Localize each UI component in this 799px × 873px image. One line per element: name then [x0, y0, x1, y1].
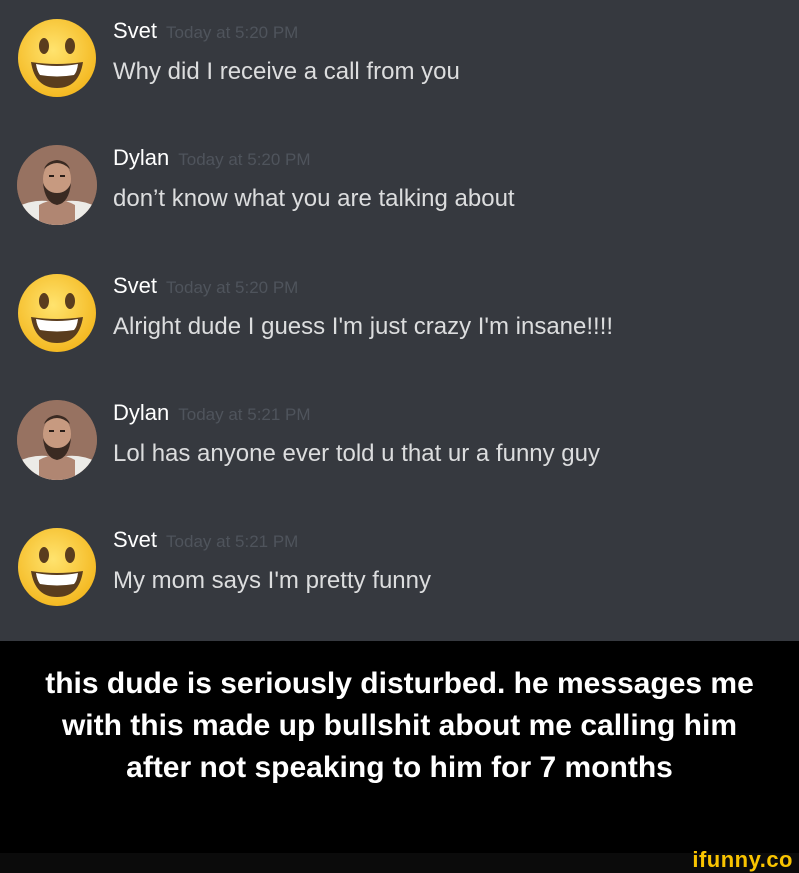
message-header: Svet Today at 5:20 PM — [113, 273, 298, 303]
message-timestamp: Today at 5:21 PM — [178, 405, 311, 424]
smiley-emoji-avatar[interactable] — [17, 273, 97, 353]
message-text: Why did I receive a call from you — [113, 58, 460, 85]
message-text: My mom says I'm pretty funny — [113, 567, 431, 594]
message-header: Dylan Today at 5:20 PM — [113, 145, 311, 175]
meme-caption-panel: this dude is seriously disturbed. he mes… — [0, 641, 799, 853]
message-timestamp: Today at 5:20 PM — [166, 23, 299, 42]
chat-message: Dylan Today at 5:20 PM don’t know what y… — [0, 145, 799, 245]
footer-bar — [0, 853, 799, 873]
chat-message: Svet Today at 5:21 PM My mom says I'm pr… — [0, 527, 799, 627]
message-text: Lol has anyone ever told u that ur a fun… — [113, 440, 600, 467]
chat-message: Svet Today at 5:20 PM Why did I receive … — [0, 18, 799, 118]
bearded-man-photo-avatar[interactable] — [17, 145, 97, 225]
meme-caption: this dude is seriously disturbed. he mes… — [45, 667, 754, 784]
author-name[interactable]: Svet — [113, 527, 157, 553]
message-text: don’t know what you are talking about — [113, 185, 515, 212]
author-name[interactable]: Dylan — [113, 145, 169, 171]
message-timestamp: Today at 5:21 PM — [166, 532, 299, 551]
message-text: Alright dude I guess I'm just crazy I'm … — [113, 313, 614, 340]
chat-message: Svet Today at 5:20 PM Alright dude I gue… — [0, 273, 799, 373]
chat-log: Svet Today at 5:20 PM Why did I receive … — [0, 0, 799, 641]
smiley-emoji-avatar[interactable] — [17, 18, 97, 98]
message-header: Dylan Today at 5:21 PM — [113, 400, 311, 430]
ifunny-watermark: ifunny.co — [692, 847, 793, 872]
smiley-emoji-avatar[interactable] — [17, 527, 97, 607]
chat-message: Dylan Today at 5:21 PM Lol has anyone ev… — [0, 400, 799, 500]
message-timestamp: Today at 5:20 PM — [178, 150, 311, 169]
message-header: Svet Today at 5:21 PM — [113, 527, 298, 557]
author-name[interactable]: Svet — [113, 273, 157, 299]
message-timestamp: Today at 5:20 PM — [166, 278, 299, 297]
author-name[interactable]: Svet — [113, 18, 157, 44]
message-header: Svet Today at 5:20 PM — [113, 18, 298, 48]
bearded-man-photo-avatar[interactable] — [17, 400, 97, 480]
author-name[interactable]: Dylan — [113, 400, 169, 426]
